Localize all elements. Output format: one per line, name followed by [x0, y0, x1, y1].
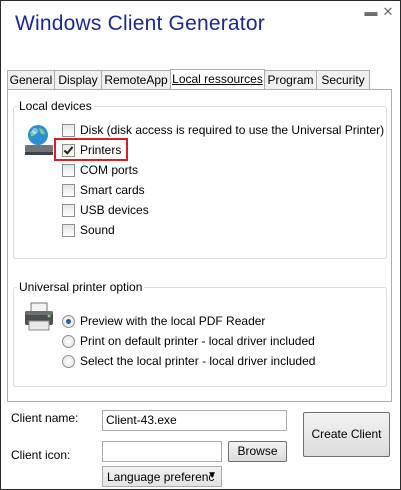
minimize-icon[interactable]: ▬ [364, 5, 378, 19]
radio-preview-pdf[interactable]: Preview with the local PDF Reader [62, 313, 265, 329]
browse-button[interactable]: Browse [228, 441, 287, 462]
radio-select-printer[interactable]: Select the local printer - local driver … [62, 353, 315, 369]
language-dropdown[interactable]: Language preferenc ▼ [102, 466, 222, 487]
radio-label: Print on default printer - local driver … [80, 334, 315, 348]
close-icon[interactable]: ✕ [381, 5, 395, 19]
tab-remoteapp[interactable]: RemoteApp [101, 70, 171, 89]
tab-strip: General Display RemoteApp Local ressourc… [7, 69, 391, 90]
tab-security[interactable]: Security [316, 70, 370, 89]
client-name-label: Client name: [11, 411, 79, 425]
radio-button[interactable] [62, 314, 75, 328]
checkbox-label: Sound [80, 223, 115, 237]
tab-label: Security [321, 73, 365, 87]
checkbox-box[interactable] [62, 203, 75, 217]
checkbox-label: Smart cards [80, 183, 145, 197]
create-client-button[interactable]: Create Client [303, 412, 390, 457]
globe-computer-icon [25, 125, 53, 155]
checkbox-sound[interactable]: Sound [62, 222, 115, 238]
checkbox-usb-devices[interactable]: USB devices [62, 202, 149, 218]
highlight-box [54, 138, 128, 161]
client-name-input[interactable]: Client-43.exe [102, 410, 287, 431]
checkbox-label: Disk (disk access is required to use the… [80, 123, 385, 137]
client-icon-input[interactable] [102, 441, 222, 462]
tab-program[interactable]: Program [264, 70, 317, 89]
printer-icon [25, 302, 53, 331]
checkbox-label: COM ports [80, 163, 139, 177]
language-value: Language preferenc [107, 470, 215, 484]
app-window: Windows Client Generator ▬ ✕ General Dis… [0, 0, 401, 490]
checkbox-label: USB devices [80, 203, 149, 217]
tab-label: RemoteApp [104, 73, 168, 87]
checkbox-disk[interactable]: Disk (disk access is required to use the… [62, 122, 384, 138]
client-icon-label: Client icon: [11, 448, 71, 462]
radio-button[interactable] [62, 354, 75, 368]
printer-option-legend: Universal printer option [19, 280, 143, 294]
tab-label: Local ressources [172, 72, 263, 86]
checkbox-com-ports[interactable]: COM ports [62, 162, 138, 178]
checkbox-box[interactable] [62, 223, 75, 237]
radio-button[interactable] [62, 334, 75, 348]
tab-general[interactable]: General [7, 70, 55, 89]
checkbox-box[interactable] [62, 163, 75, 177]
tab-label: General [9, 73, 53, 87]
chevron-down-icon: ▼ [207, 470, 217, 481]
local-devices-legend: Local devices [19, 99, 92, 113]
checkbox-smart-cards[interactable]: Smart cards [62, 182, 145, 198]
tab-display[interactable]: Display [54, 70, 102, 89]
tab-label: Display [58, 73, 98, 87]
radio-default-printer[interactable]: Print on default printer - local driver … [62, 333, 315, 349]
tab-local-ressources[interactable]: Local ressources [170, 69, 265, 90]
window-title: Windows Client Generator [15, 12, 265, 35]
checkbox-box[interactable] [62, 123, 75, 137]
radio-label: Select the local printer - local driver … [80, 354, 316, 368]
radio-label: Preview with the local PDF Reader [80, 314, 266, 328]
checkbox-box[interactable] [62, 183, 75, 197]
tab-label: Program [267, 73, 314, 87]
